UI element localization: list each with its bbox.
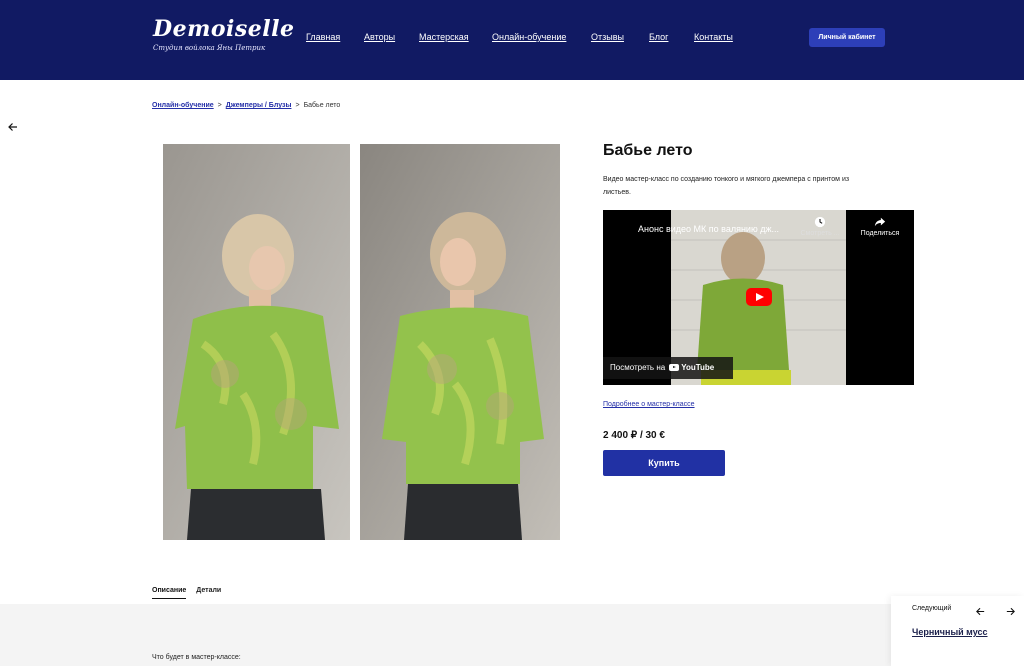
next-course-link[interactable]: Черничный мусс xyxy=(912,627,988,637)
breadcrumb-item-online-learning[interactable]: Онлайн-обучение xyxy=(152,102,214,109)
video-title: Анонс видео МК по валянию дж... xyxy=(638,224,779,234)
nav-item-reviews[interactable]: Отзывы xyxy=(591,32,624,42)
next-course-panel: Следующий Черничный мусс xyxy=(891,596,1024,666)
back-arrow-icon[interactable] xyxy=(7,120,19,132)
product-tabs: Описание Детали xyxy=(152,587,231,599)
clock-icon xyxy=(814,216,826,228)
nav-item-authors[interactable]: Авторы xyxy=(364,32,395,42)
watch-on-label: Посмотреть на xyxy=(610,363,666,372)
watch-later-button[interactable]: Смотреть ... xyxy=(798,216,842,237)
product-description: Видео мастер-класс по созданию тонкого и… xyxy=(603,176,850,196)
share-button[interactable]: Поделиться xyxy=(855,216,905,237)
prev-arrow-icon[interactable] xyxy=(975,604,986,616)
breadcrumb: Онлайн-обучение > Джемперы / Блузы > Бабье л… xyxy=(152,102,340,109)
nav-item-contacts[interactable]: Контакты xyxy=(694,32,733,42)
tab-details[interactable]: Детали xyxy=(196,587,221,598)
description-heading: Что будет в мастер-классе: xyxy=(152,654,241,661)
play-icon[interactable] xyxy=(746,288,772,306)
site-header: Demoiselle Студия войлока Яны Петрик Гла… xyxy=(0,0,1024,80)
breadcrumb-current: Бабье лето xyxy=(303,102,341,109)
breadcrumb-item-category[interactable]: Джемперы / Блузы xyxy=(226,102,292,109)
nav-item-workshop[interactable]: Мастерская xyxy=(419,32,469,42)
next-label: Следующий xyxy=(912,605,952,612)
nav-item-home[interactable]: Главная xyxy=(306,32,340,42)
personal-account-button[interactable]: Личный кабинет xyxy=(809,28,885,47)
youtube-icon xyxy=(669,364,680,372)
product-price: 2 400 ₽ / 30 € xyxy=(603,430,665,441)
product-title: Бабье лето xyxy=(603,142,693,159)
buy-button[interactable]: Купить xyxy=(603,450,725,476)
next-arrow-icon[interactable] xyxy=(1005,604,1016,616)
logo-subtitle: Студия войлока Яны Петрик xyxy=(153,44,266,52)
breadcrumb-separator: > xyxy=(217,102,222,109)
youtube-wordmark: YouTube xyxy=(681,363,715,372)
share-icon xyxy=(874,217,886,227)
description-panel: Что будет в мастер-классе: xyxy=(0,604,891,666)
more-about-course-link[interactable]: Подробнее о мастер-классе xyxy=(603,401,695,408)
video-player[interactable]: Анонс видео МК по валянию дж... Смотреть… xyxy=(603,210,914,385)
nav-item-blog[interactable]: Блог xyxy=(649,32,668,42)
nav-item-online-learning[interactable]: Онлайн-обучение xyxy=(492,32,566,42)
logo-title: Demoiselle xyxy=(153,16,295,42)
product-photo-front[interactable] xyxy=(360,144,560,540)
logo[interactable]: Demoiselle Студия войлока Яны Петрик xyxy=(153,16,294,52)
watch-on-youtube-button[interactable]: Посмотреть на YouTube xyxy=(603,357,733,379)
youtube-logo: YouTube xyxy=(669,357,714,379)
product-photo-back[interactable] xyxy=(163,144,350,540)
share-label: Поделиться xyxy=(860,230,900,237)
watch-later-label: Смотреть ... xyxy=(800,230,840,237)
breadcrumb-separator: > xyxy=(295,102,300,109)
tab-description[interactable]: Описание xyxy=(152,587,187,599)
